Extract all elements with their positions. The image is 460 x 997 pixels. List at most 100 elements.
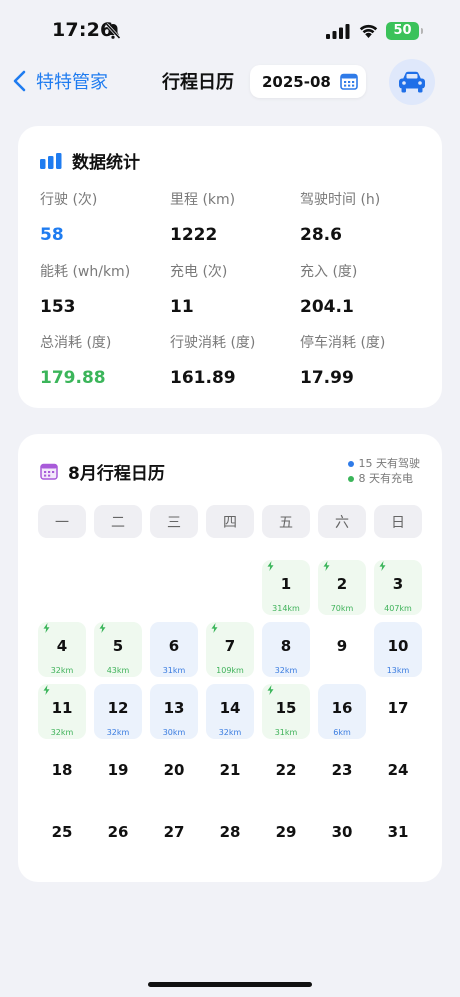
stat-label: 里程 (km) (170, 192, 236, 208)
legend-charge-text: 8 天有充电 (358, 472, 414, 485)
calendar-day[interactable]: 1 314km (262, 560, 310, 615)
calendar-day[interactable]: 5 43km (94, 622, 142, 677)
calendar-day[interactable]: 28 (206, 808, 254, 863)
day-distance: 314km (272, 604, 300, 613)
weekday-label: 五 (262, 505, 310, 538)
stat-label: 驾驶时间 (h) (300, 192, 381, 208)
stat-value: 1222 (170, 225, 218, 245)
calendar-title: 8月行程日历 (68, 464, 165, 484)
page-title: 行程日历 (162, 72, 234, 93)
stat-item: 总消耗 (度) 179.88 (40, 332, 111, 388)
calendar-day[interactable]: 11 32km (38, 684, 86, 739)
weekday-label: 一 (38, 505, 86, 538)
lightning-bolt-icon (267, 561, 274, 571)
stat-item: 充入 (度) 204.1 (300, 261, 357, 317)
day-distance: 70km (330, 604, 354, 613)
legend-charge: 8 天有充电 (347, 471, 421, 486)
day-distance: 31km (162, 666, 186, 675)
stat-value: 161.89 (170, 368, 236, 388)
day-distance: 32km (106, 728, 130, 737)
stat-label: 能耗 (wh/km) (40, 264, 131, 280)
calendar-day[interactable]: 26 (94, 808, 142, 863)
calendar-day[interactable]: 9 (318, 622, 366, 677)
calendar-day[interactable]: 25 (38, 808, 86, 863)
calendar-card: 8月行程日历 15 天有驾驶 8 天有充电 一二三四五六日 1 314km 2 70k… (18, 434, 442, 882)
calendar-day[interactable]: 21 (206, 746, 254, 801)
calendar-day[interactable]: 20 (150, 746, 198, 801)
day-number: 24 (387, 761, 409, 779)
calendar-day[interactable]: 29 (262, 808, 310, 863)
calendar-day[interactable]: 30 (318, 808, 366, 863)
calendar-day[interactable]: 27 (150, 808, 198, 863)
day-number: 15 (275, 699, 297, 717)
stat-item: 行驶消耗 (度) 161.89 (170, 332, 255, 388)
day-number: 16 (331, 699, 353, 717)
day-distance: 109km (216, 666, 244, 675)
stats-title: 数据统计 (72, 153, 140, 173)
calendar-title-icon (40, 463, 58, 480)
day-number: 3 (392, 575, 404, 593)
calendar-day[interactable]: 15 31km (262, 684, 310, 739)
stat-label: 充入 (度) (300, 264, 358, 280)
stat-item: 停车消耗 (度) 17.99 (300, 332, 385, 388)
day-number: 4 (56, 637, 68, 655)
weekday-label: 二 (94, 505, 142, 538)
calendar-day[interactable]: 6 31km (150, 622, 198, 677)
home-indicator (148, 982, 312, 987)
calendar-day[interactable]: 19 (94, 746, 142, 801)
legend-charge-dot (347, 475, 354, 482)
lightning-bolt-icon (379, 561, 386, 571)
calendar-day[interactable]: 17 (374, 684, 422, 739)
weekday-label: 六 (318, 505, 366, 538)
car-icon (399, 71, 425, 93)
stat-label: 充电 (次) (170, 264, 228, 280)
calendar-day[interactable]: 2 70km (318, 560, 366, 615)
calendar-day[interactable]: 8 32km (262, 622, 310, 677)
bar-chart-icon (40, 152, 62, 169)
stat-item: 驾驶时间 (h) 28.6 (300, 189, 380, 245)
day-number: 11 (51, 699, 73, 717)
calendar-day[interactable]: 14 32km (206, 684, 254, 739)
month-picker-label: 2025-08 (262, 72, 331, 91)
calendar-day[interactable]: 22 (262, 746, 310, 801)
calendar-day[interactable]: 7 109km (206, 622, 254, 677)
day-number: 13 (163, 699, 185, 717)
calendar-day[interactable]: 18 (38, 746, 86, 801)
legend-drive-dot (347, 460, 354, 467)
lightning-bolt-icon (99, 623, 106, 633)
day-distance: 32km (50, 728, 74, 737)
day-number: 22 (275, 761, 297, 779)
calendar-day[interactable]: 23 (318, 746, 366, 801)
calendar-day[interactable]: 31 (374, 808, 422, 863)
calendar-day[interactable]: 24 (374, 746, 422, 801)
lightning-bolt-icon (43, 623, 50, 633)
day-distance: 32km (218, 728, 242, 737)
stat-value: 179.88 (40, 368, 106, 388)
month-picker[interactable]: 2025-08 (250, 65, 366, 98)
calendar-day[interactable]: 4 32km (38, 622, 86, 677)
day-number: 17 (387, 699, 409, 717)
calendar-day[interactable]: 13 30km (150, 684, 198, 739)
cellular-signal-icon (326, 24, 350, 39)
stat-value: 153 (40, 297, 76, 317)
calendar-day[interactable]: 12 32km (94, 684, 142, 739)
lightning-bolt-icon (211, 623, 218, 633)
wifi-icon (359, 24, 378, 38)
stat-label: 行驶消耗 (度) (170, 335, 256, 351)
calendar-day[interactable]: 3 407km (374, 560, 422, 615)
weekday-label: 四 (206, 505, 254, 538)
calendar-day[interactable]: 10 13km (374, 622, 422, 677)
day-number: 7 (224, 637, 236, 655)
back-button[interactable]: 特特管家 (10, 66, 108, 96)
day-number: 29 (275, 823, 297, 841)
status-bar: 17:26 50 (0, 0, 460, 60)
day-distance: 31km (274, 728, 298, 737)
day-distance: 32km (274, 666, 298, 675)
car-button[interactable] (389, 59, 435, 105)
day-distance: 43km (106, 666, 130, 675)
battery-cap (421, 28, 423, 34)
calendar-day[interactable]: 16 6km (318, 684, 366, 739)
stat-value: 28.6 (300, 225, 342, 245)
day-number: 14 (219, 699, 241, 717)
back-label: 特特管家 (36, 72, 108, 93)
